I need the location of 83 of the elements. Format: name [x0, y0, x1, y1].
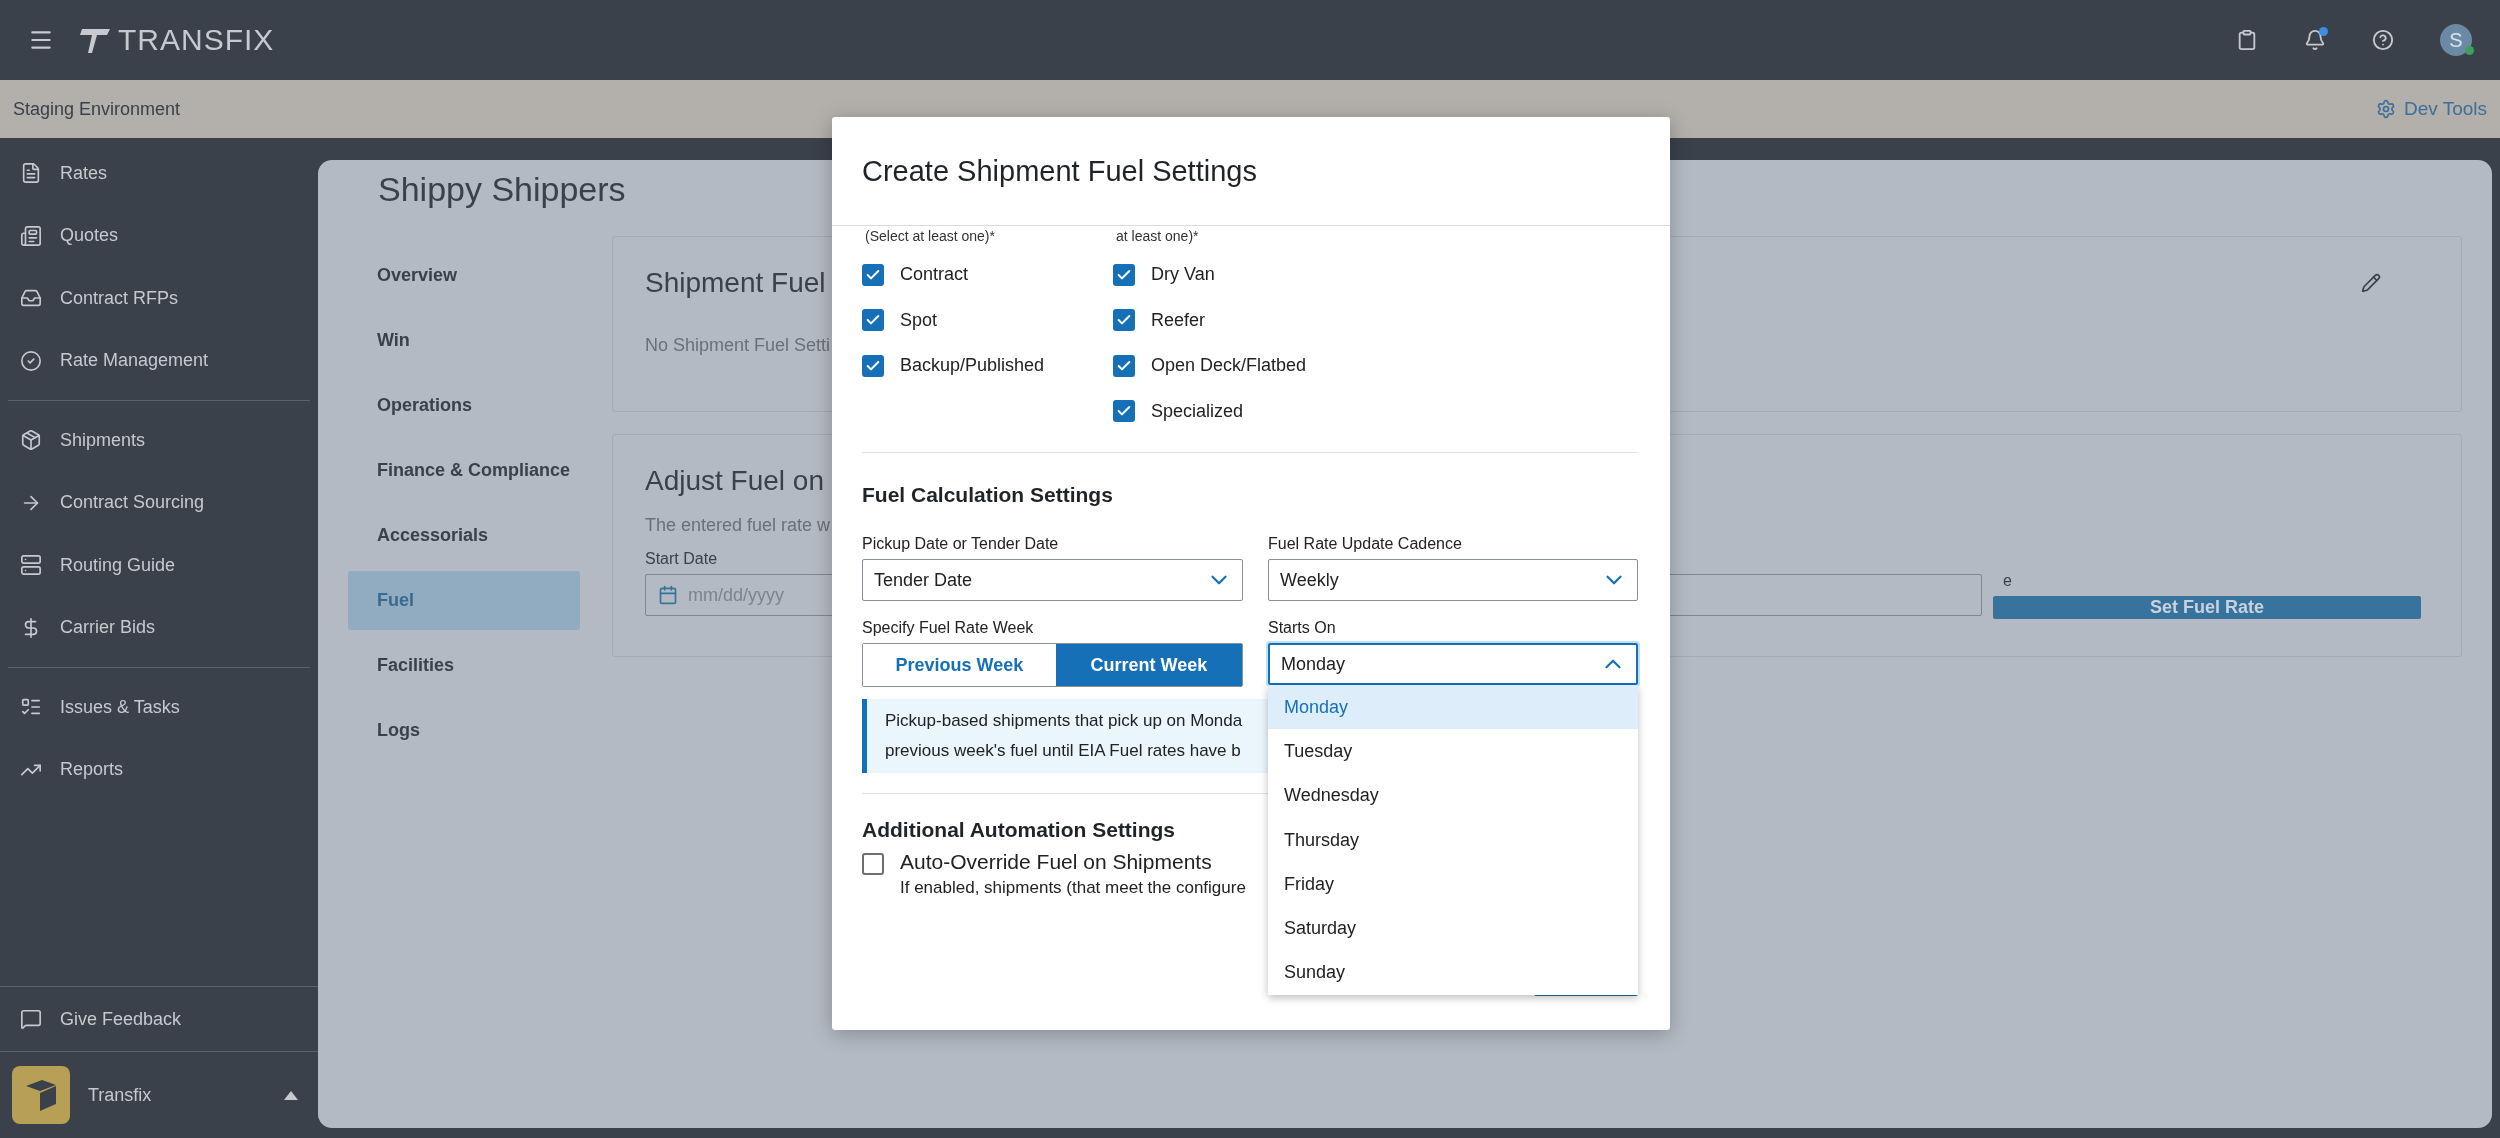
nav-item[interactable]: Contract RFPs	[0, 267, 318, 330]
checkbox[interactable]	[862, 354, 884, 377]
nav-icon	[20, 429, 42, 452]
checkbox[interactable]	[1113, 309, 1135, 332]
calendar-icon	[658, 585, 678, 605]
checkbox[interactable]	[1113, 354, 1135, 377]
page-title: Shippy Shippers	[378, 170, 626, 210]
section-title: Additional Automation Settings	[862, 818, 1176, 842]
select-field[interactable]: Weekly	[1268, 559, 1638, 601]
nav-icon	[20, 224, 42, 247]
checkbox[interactable]	[1113, 400, 1135, 423]
account-name: Transfix	[88, 1084, 152, 1106]
clipboard-icon[interactable]	[2236, 29, 2258, 51]
nav-item[interactable]: Reports	[0, 738, 318, 801]
field-label: Fuel Rate Update Cadence	[1268, 535, 1463, 553]
checkbox-description: If enabled, shipments (that meet the configure	[900, 878, 1246, 898]
empty-message: No Shipment Fuel Setti	[645, 335, 831, 356]
checkbox[interactable]	[862, 263, 884, 286]
set-fuel-rate-button[interactable]: Set Fuel Rate	[1993, 596, 2421, 619]
environment-label: Staging Environment	[13, 98, 181, 120]
checkbox-label: Open Deck/Flatbed	[1151, 355, 1307, 377]
field-label: e	[2003, 572, 2013, 590]
brand-name: TRANSFIX	[118, 23, 275, 57]
checkbox-label: Contract	[900, 264, 969, 286]
field-label: Start Date	[645, 550, 719, 568]
field-label: Pickup Date or Tender Date	[862, 535, 1060, 553]
section-tab[interactable]: Finance & Compliance	[348, 441, 580, 500]
checkbox-label: Reefer	[1151, 309, 1206, 331]
nav-item[interactable]: Routing Guide	[0, 534, 318, 597]
section-tab[interactable]: Overview	[348, 246, 580, 305]
nav-item[interactable]: Shipments	[0, 409, 318, 472]
dropdown-option[interactable]: Tuesday	[1268, 729, 1638, 774]
notifications-icon[interactable]	[2304, 29, 2326, 51]
section-tab[interactable]: Facilities	[348, 636, 580, 695]
checkbox-label: Spot	[900, 309, 938, 331]
checkbox-label: Backup/Published	[900, 355, 1045, 377]
field-hint: at least one)*	[1116, 228, 1199, 244]
field-hint: (Select at least one)*	[865, 228, 995, 244]
select-field[interactable]: Monday	[1268, 643, 1638, 685]
section-tab[interactable]: Win	[348, 311, 580, 370]
select-field[interactable]: Tender Date	[862, 559, 1243, 601]
checkbox[interactable]	[1113, 263, 1135, 286]
nav-item[interactable]: Rates	[0, 142, 318, 205]
info-text: previous week's fuel until EIA Fuel rates have b	[885, 740, 1241, 762]
dialog-title: Create Shipment Fuel Settings	[862, 154, 1257, 188]
nav-item[interactable]: Carrier Bids	[0, 596, 318, 659]
card-title: Adjust Fuel on	[645, 465, 824, 497]
nav-item[interactable]: Rate Management	[0, 329, 318, 392]
field-label: Starts On	[1268, 619, 1337, 637]
nav-item[interactable]: Issues & Tasks	[0, 676, 318, 739]
nav-item[interactable]: Quotes	[0, 204, 318, 267]
section-tab[interactable]: Operations	[348, 376, 580, 435]
logo-icon	[78, 26, 112, 54]
dropdown-option[interactable]: Monday	[1268, 685, 1638, 730]
dropdown-option[interactable]: Sunday	[1268, 950, 1638, 996]
edit-icon[interactable]	[2361, 273, 2381, 293]
checkbox[interactable]	[862, 309, 884, 332]
field-label: Specify Fuel Rate Week	[862, 619, 1035, 637]
help-icon[interactable]	[2372, 29, 2394, 51]
card-title: Shipment Fuel	[645, 267, 826, 299]
info-text: Pickup-based shipments that pick up on Monda	[885, 710, 1243, 732]
settings-icon	[2375, 99, 2396, 119]
checkbox-label: Auto-Override Fuel on Shipments	[900, 850, 1212, 874]
dropdown-option[interactable]: Friday	[1268, 862, 1638, 907]
dropdown-option[interactable]: Wednesday	[1268, 773, 1638, 818]
dropdown-option[interactable]: Saturday	[1268, 906, 1638, 951]
nav-icon	[20, 554, 42, 577]
section-tab[interactable]: Accessorials	[348, 506, 580, 565]
section-tab[interactable]: Logs	[348, 701, 580, 760]
section-title: Fuel Calculation Settings	[862, 483, 1113, 507]
nav-item[interactable]: Contract Sourcing	[0, 471, 318, 534]
checkbox-label: Dry Van	[1151, 264, 1215, 286]
checkbox[interactable]	[862, 853, 884, 875]
nav-icon	[20, 349, 42, 372]
checkbox-label: Specialized	[1151, 400, 1244, 422]
card-description: The entered fuel rate w	[645, 515, 831, 536]
company-logo	[12, 1066, 70, 1124]
caret-icon[interactable]	[284, 1090, 298, 1100]
feedback-icon	[20, 1008, 42, 1030]
dropdown-option[interactable]: Thursday	[1268, 817, 1638, 863]
nav-icon	[20, 162, 42, 185]
feedback-link[interactable]: Give Feedback	[0, 986, 318, 1052]
week-toggle[interactable]: Current Week	[1055, 644, 1242, 686]
